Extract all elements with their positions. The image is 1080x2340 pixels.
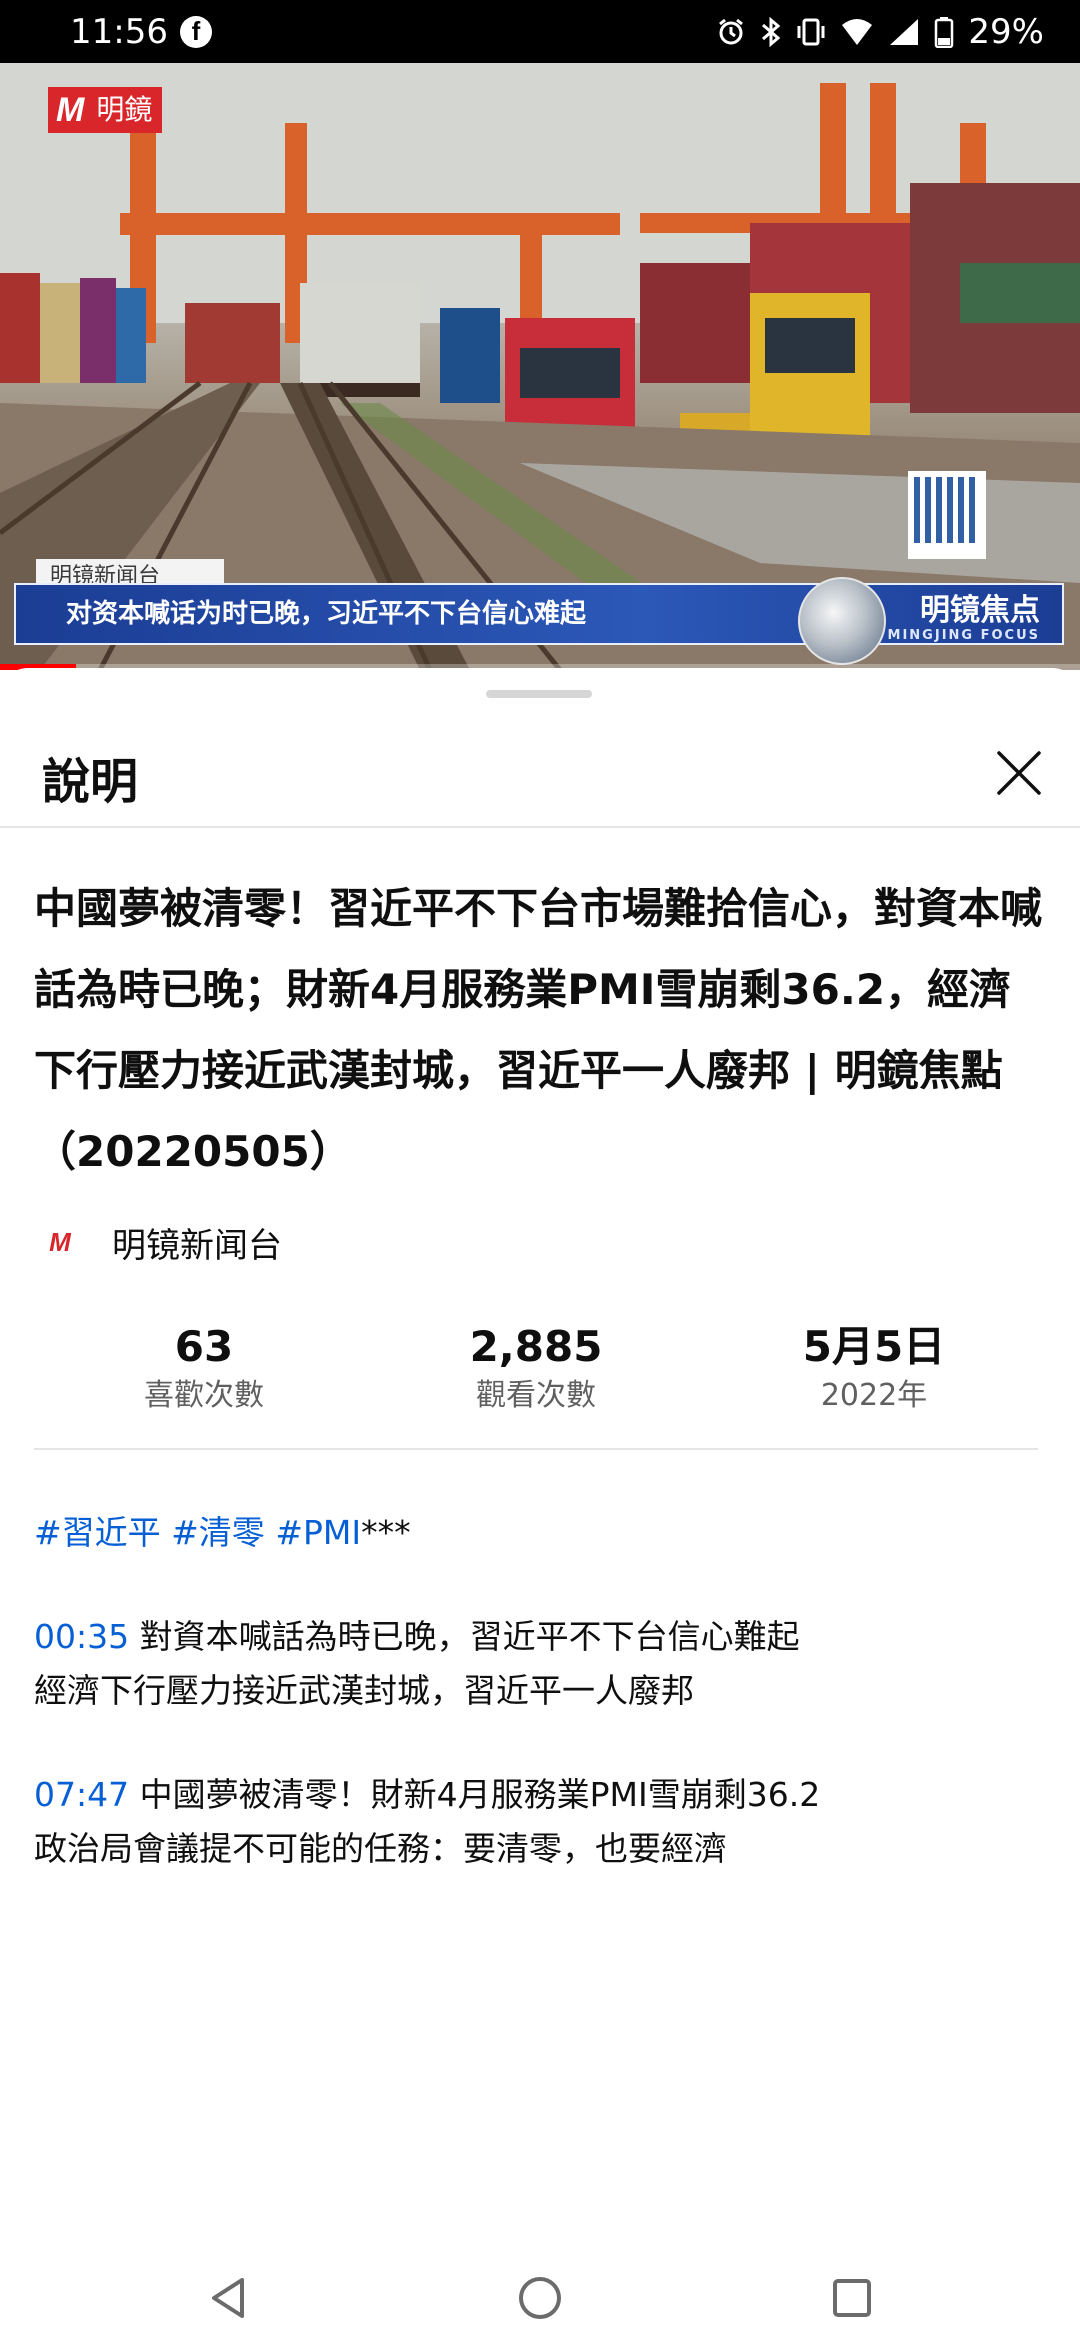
panel-title: 說明: [42, 754, 139, 810]
video-player[interactable]: M 明鏡 明镜新闻台 对资本喊话为时已晚，习近平不下台信心难起 明镜焦点 MIN…: [0, 63, 1080, 670]
facebook-icon: f: [179, 15, 212, 48]
alarm-icon: [719, 18, 744, 44]
chapter-line: 政治局會議提不可能的任務：要清零，也要經濟: [34, 1829, 727, 1868]
wifi-icon: [842, 18, 873, 45]
close-button[interactable]: [984, 738, 1054, 808]
battery-percent: 29%: [968, 11, 1044, 52]
chapter-item: 07:47 中國夢被清零！財新4月服務業PMI雪崩剩36.2 政治局會議提不可能…: [34, 1768, 1046, 1876]
hashtags: #習近平 #清零 #PMI***: [34, 1508, 411, 1558]
signal-icon: [890, 18, 919, 45]
hashtag-link[interactable]: #PMI: [275, 1513, 361, 1552]
hashtag-link[interactable]: #習近平: [34, 1513, 161, 1552]
stat-date: 5月5日 2022年: [714, 1318, 1034, 1416]
chapter-timestamp[interactable]: 00:35: [34, 1617, 129, 1656]
publish-date: 5月5日: [802, 1322, 946, 1371]
watermark-mark: M: [48, 87, 93, 133]
globe-icon: [798, 577, 886, 665]
likes-count: 63: [174, 1322, 234, 1371]
navigation-bar: [0, 2256, 1080, 2340]
screen: 11:56 f 29% M 明鏡 明镜新闻台 对资本喊话为时已晚，习近平不下台信…: [0, 0, 1080, 2340]
stat-likes: 63 喜歡次數: [44, 1318, 364, 1416]
status-bar: 11:56 f 29%: [0, 0, 1080, 63]
channel-row[interactable]: M 明镜新闻台: [34, 1214, 282, 1270]
stats-row: 63 喜歡次數 2,885 觀看次數 5月5日 2022年: [34, 1318, 1038, 1450]
views-label: 觀看次數: [476, 1378, 596, 1413]
channel-name[interactable]: 明镜新闻台: [112, 1218, 282, 1267]
views-count: 2,885: [469, 1322, 603, 1371]
back-button[interactable]: [198, 2268, 258, 2328]
chapter-timestamp[interactable]: 07:47: [34, 1775, 129, 1814]
recents-button[interactable]: [822, 2268, 882, 2328]
publish-year: 2022年: [820, 1378, 928, 1413]
panel-header: 說明: [0, 718, 1080, 828]
vibrate-icon: [797, 18, 825, 45]
chapter-line: 經濟下行壓力接近武漢封城，習近平一人廢邦: [34, 1671, 694, 1710]
battery-icon: [935, 16, 954, 48]
status-right: 29%: [716, 12, 1044, 52]
hashtag-link[interactable]: #清零: [171, 1513, 265, 1552]
recents-icon: [833, 2279, 871, 2317]
home-button[interactable]: [510, 2268, 570, 2328]
video-title: 中國夢被清零！習近平不下台市場難拾信心，對資本喊話為時已晚；財新4月服務業PMI…: [34, 884, 1043, 1176]
close-icon: [997, 751, 1041, 795]
caption-bar: 对资本喊话为时已晚，习近平不下台信心难起 明镜焦点 MINGJING FOCUS: [14, 583, 1064, 645]
caption-brand: 明镜焦点: [920, 593, 1040, 628]
channel-watermark: M 明鏡: [48, 87, 163, 133]
stat-views: 2,885 觀看次數: [376, 1318, 696, 1416]
bluetooth-icon: [762, 16, 781, 47]
status-left: 11:56 f: [70, 12, 212, 52]
chapter-line: 對資本喊話為時已晚，習近平不下台信心難起: [139, 1617, 800, 1656]
drag-handle[interactable]: [486, 690, 592, 698]
likes-label: 喜歡次數: [144, 1378, 264, 1413]
caption-brand-sub: MINGJING FOCUS: [887, 628, 1040, 643]
caption-main: 对资本喊话为时已晚，习近平不下台信心难起: [66, 599, 587, 629]
chapter-item: 00:35 對資本喊話為時已晚，習近平不下台信心難起 經濟下行壓力接近武漢封城，…: [34, 1610, 1046, 1718]
back-icon: [212, 2278, 244, 2318]
hashtags-suffix: ***: [361, 1513, 411, 1552]
description-panel: 說明 中國夢被清零！習近平不下台市場難拾信心，對資本喊話為時已晚；財新4月服務業…: [0, 668, 1080, 2254]
status-time: 11:56: [70, 11, 168, 52]
chapter-line: 中國夢被清零！財新4月服務業PMI雪崩剩36.2: [139, 1775, 821, 1814]
channel-logo[interactable]: M: [34, 1225, 86, 1259]
home-icon: [519, 2277, 561, 2319]
watermark-text: 明鏡: [92, 87, 163, 133]
qr-code-icon: [908, 471, 986, 559]
